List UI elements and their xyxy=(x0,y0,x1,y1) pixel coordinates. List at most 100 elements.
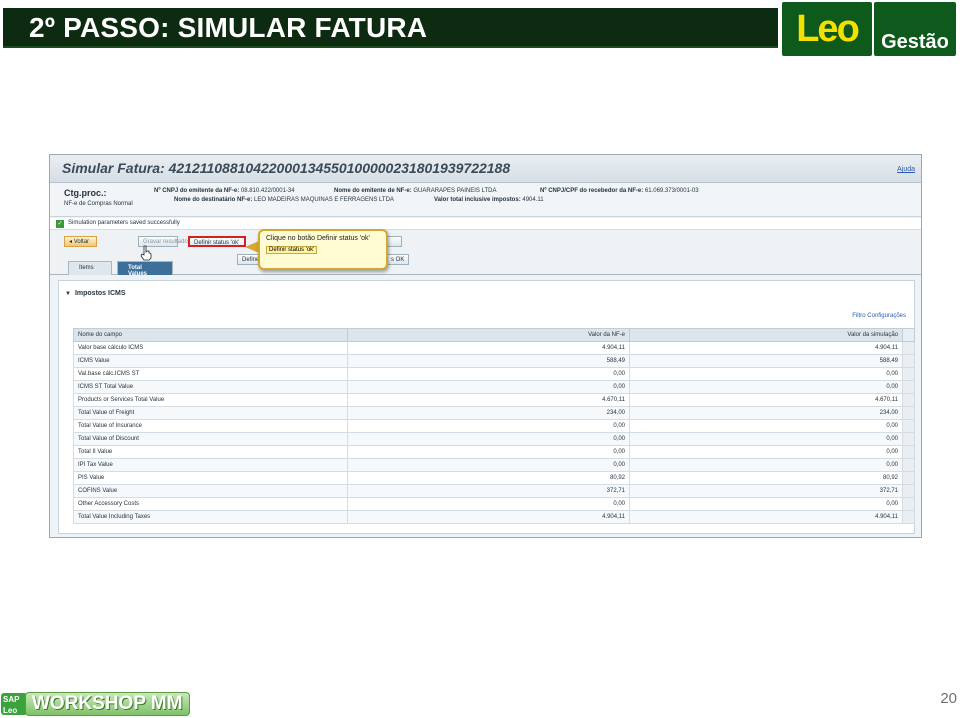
column-header-field-name[interactable]: Nome do campo xyxy=(73,328,348,342)
scrollbar-track[interactable] xyxy=(902,497,915,511)
ctg-proc-label: Ctg.proc.: xyxy=(64,188,107,198)
workshop-logo: SAP Leo WORKSHOP MM xyxy=(1,690,201,718)
nfe-value-cell: 0,00 xyxy=(347,445,630,459)
simulation-value-cell: 80,92 xyxy=(629,471,903,485)
back-button-label: Voltar xyxy=(73,239,90,245)
cnpj-recebedor-field: Nº CNPJ/CPF do recebedor da NF-e: 61.069… xyxy=(540,188,699,194)
valor-total-value: 4904.11 xyxy=(522,197,544,203)
field-name-cell: PIS Value xyxy=(73,471,348,485)
table-row[interactable]: Total Value of Freight 234,00 234,00 xyxy=(73,406,915,420)
column-header-simulation-value[interactable]: Valor da simulação xyxy=(629,328,903,342)
nfe-value-cell: 588,49 xyxy=(347,354,630,368)
nome-destinatario-label: Nome do destinatário NF-e: xyxy=(174,197,253,203)
column-header-nfe-value[interactable]: Valor da NF-e xyxy=(347,328,630,342)
field-name-cell: ICMS Value xyxy=(73,354,348,368)
scrollbar-track[interactable] xyxy=(902,393,915,407)
table-row[interactable]: PIS Value 80,92 80,92 xyxy=(73,471,915,485)
nome-emitente-field: Nome do emitente de NF-e: GUARARAPES PAI… xyxy=(334,188,497,194)
tab-items[interactable]: Items xyxy=(68,261,112,275)
table-row[interactable]: Total Value of Discount 0,00 0,00 xyxy=(73,432,915,446)
table-body: Valor base cálculo ICMS 4.904,11 4.904,11 I… xyxy=(73,341,915,524)
sap-page-title: Simular Fatura: 421211088104220001345501… xyxy=(62,160,511,176)
table-row[interactable]: ICMS Value 588,49 588,49 xyxy=(73,354,915,368)
nfe-value-cell: 4.670,11 xyxy=(347,393,630,407)
logo-leo-text: Leo xyxy=(796,7,860,50)
table-header-row: Nome do campo Valor da NF-e Valor da sim… xyxy=(73,328,915,342)
logo-gestao-text: Gestão xyxy=(881,31,949,53)
scrollbar-track[interactable] xyxy=(902,445,915,459)
nfe-value-cell: 0,00 xyxy=(347,367,630,381)
table-row[interactable]: ICMS ST Total Value 0,00 0,00 xyxy=(73,380,915,394)
callout-instruction-text: Clique no botão Definir status 'ok' xyxy=(266,235,370,242)
table-row[interactable]: IPI Tax Value 0,00 0,00 xyxy=(73,458,915,472)
field-name-cell: Total II Value xyxy=(73,445,348,459)
field-name-cell: Products or Services Total Value xyxy=(73,393,348,407)
simulation-value-cell: 234,00 xyxy=(629,406,903,420)
scrollbar-track[interactable] xyxy=(902,432,915,446)
simulation-value-cell: 0,00 xyxy=(629,445,903,459)
section-title: Impostos ICMS xyxy=(74,290,126,297)
scrollbar-track[interactable] xyxy=(902,458,915,472)
field-name-cell: Total Value of Freight xyxy=(73,406,348,420)
sap-title-bar: Simular Fatura: 421211088104220001345501… xyxy=(50,155,921,183)
table-row[interactable]: Total II Value 0,00 0,00 xyxy=(73,445,915,459)
icms-table: Nome do campo Valor da NF-e Valor da sim… xyxy=(73,328,915,524)
scrollbar-track[interactable] xyxy=(902,341,915,355)
scroll-up-icon[interactable] xyxy=(902,328,915,342)
scrollbar-track[interactable] xyxy=(902,484,915,498)
field-name-cell: ICMS ST Total Value xyxy=(73,380,348,394)
back-button[interactable]: ◂ Voltar xyxy=(64,236,97,247)
message-text: Simulation parameters saved successfully xyxy=(68,220,180,226)
field-name-cell: COFINS Value xyxy=(73,484,348,498)
cnpj-emitente-label: Nº CNPJ do emitente da NF-e: xyxy=(154,188,240,194)
nfe-value-cell: 80,92 xyxy=(347,471,630,485)
scrollbar-track[interactable] xyxy=(902,406,915,420)
instruction-callout: Clique no botão Definir status 'ok' Defi… xyxy=(258,229,388,270)
table-row[interactable]: Total Value of Insurance 0,00 0,00 xyxy=(73,419,915,433)
icms-section: ▼ Impostos ICMS Filtro Configurações Nome… xyxy=(58,280,915,534)
simulation-value-cell: 4.904,11 xyxy=(629,510,903,524)
table-row[interactable]: Val.base cálc.ICMS ST 0,00 0,00 xyxy=(73,367,915,381)
table-row[interactable]: Products or Services Total Value 4.670,11… xyxy=(73,393,915,407)
simulation-value-cell: 588,49 xyxy=(629,354,903,368)
slide-title: 2º PASSO: SIMULAR FATURA xyxy=(29,12,428,43)
help-link[interactable]: Ajuda xyxy=(897,166,915,173)
nome-destinatario-field: Nome do destinatário NF-e: LEO MADEIRAS … xyxy=(174,197,394,203)
scrollbar-track[interactable] xyxy=(902,471,915,485)
table-row[interactable]: Other Accessory Costs 0,00 0,00 xyxy=(73,497,915,511)
nfe-value-cell: 4.904,11 xyxy=(347,341,630,355)
table-row[interactable]: Total Value Including Taxes 4.904,11 4.904… xyxy=(73,510,915,524)
scrollbar-track[interactable] xyxy=(902,510,915,524)
message-bar: ✓ Simulation parameters saved successful… xyxy=(50,218,921,230)
section-header[interactable]: ▼ Impostos ICMS xyxy=(65,290,126,297)
simulation-value-cell: 4.904,11 xyxy=(629,341,903,355)
status-ok-button-partial[interactable]: s OK xyxy=(386,254,410,265)
simulation-value-cell: 0,00 xyxy=(629,419,903,433)
ctg-proc-value: NF-e de Compras Normal xyxy=(64,201,133,207)
collapse-triangle-icon[interactable]: ▼ xyxy=(65,291,71,297)
slide-title-bar: 2º PASSO: SIMULAR FATURA xyxy=(3,8,778,48)
scrollbar-track[interactable] xyxy=(902,367,915,381)
callout-button-name: Definir status 'ok' xyxy=(266,246,318,254)
scrollbar-track[interactable] xyxy=(902,419,915,433)
field-name-cell: Total Value of Insurance xyxy=(73,419,348,433)
toolbar: ◂ Voltar Gravar resultados Definir statu… xyxy=(50,231,921,253)
valor-total-field: Valor total inclusive impostos: 4904.11 xyxy=(434,197,544,203)
set-status-ok-button[interactable]: Definir status 'ok' xyxy=(188,236,246,247)
scrollbar-track[interactable] xyxy=(902,354,915,368)
leo-gestao-logo: Leo Gestão xyxy=(782,2,956,56)
table-row[interactable]: Valor base cálculo ICMS 4.904,11 4.904,11 xyxy=(73,341,915,355)
field-name-cell: Total Value Including Taxes xyxy=(73,510,348,524)
document-header: Ctg.proc.: NF-e de Compras Normal Nº CNP… xyxy=(50,183,921,217)
tab-total-values[interactable]: Total Values xyxy=(117,261,173,277)
field-name-cell: Other Accessory Costs xyxy=(73,497,348,511)
nome-destinatario-value: LEO MADEIRAS MAQUINAS E FERRAGENS LTDA xyxy=(254,197,394,203)
success-check-icon: ✓ xyxy=(56,220,64,228)
table-row[interactable]: COFINS Value 372,71 372,71 xyxy=(73,484,915,498)
logo-gestao: Gestão xyxy=(874,2,956,56)
tab-strip: Items Total Values Define s OK xyxy=(50,253,921,277)
field-name-cell: IPI Tax Value xyxy=(73,458,348,472)
filter-settings-link[interactable]: Filtro Configurações xyxy=(852,313,906,319)
scrollbar-track[interactable] xyxy=(902,380,915,394)
simulation-value-cell: 0,00 xyxy=(629,458,903,472)
